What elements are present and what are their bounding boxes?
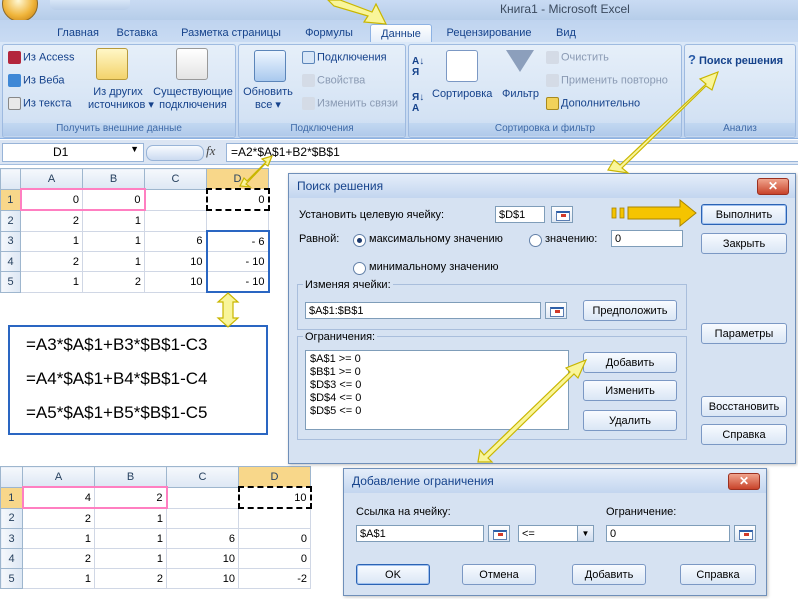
- arrow-to-data-tab: [327, 0, 388, 25]
- arrow-to-solve-button: [611, 198, 697, 228]
- arrow-add-to-dialog: [477, 358, 588, 463]
- arrow-d-to-formulas: [216, 292, 240, 328]
- arrow-solver-ribbon: [607, 70, 719, 174]
- annotation-arrows: [216, 0, 719, 463]
- arrow-formula-to-d1: [239, 155, 274, 188]
